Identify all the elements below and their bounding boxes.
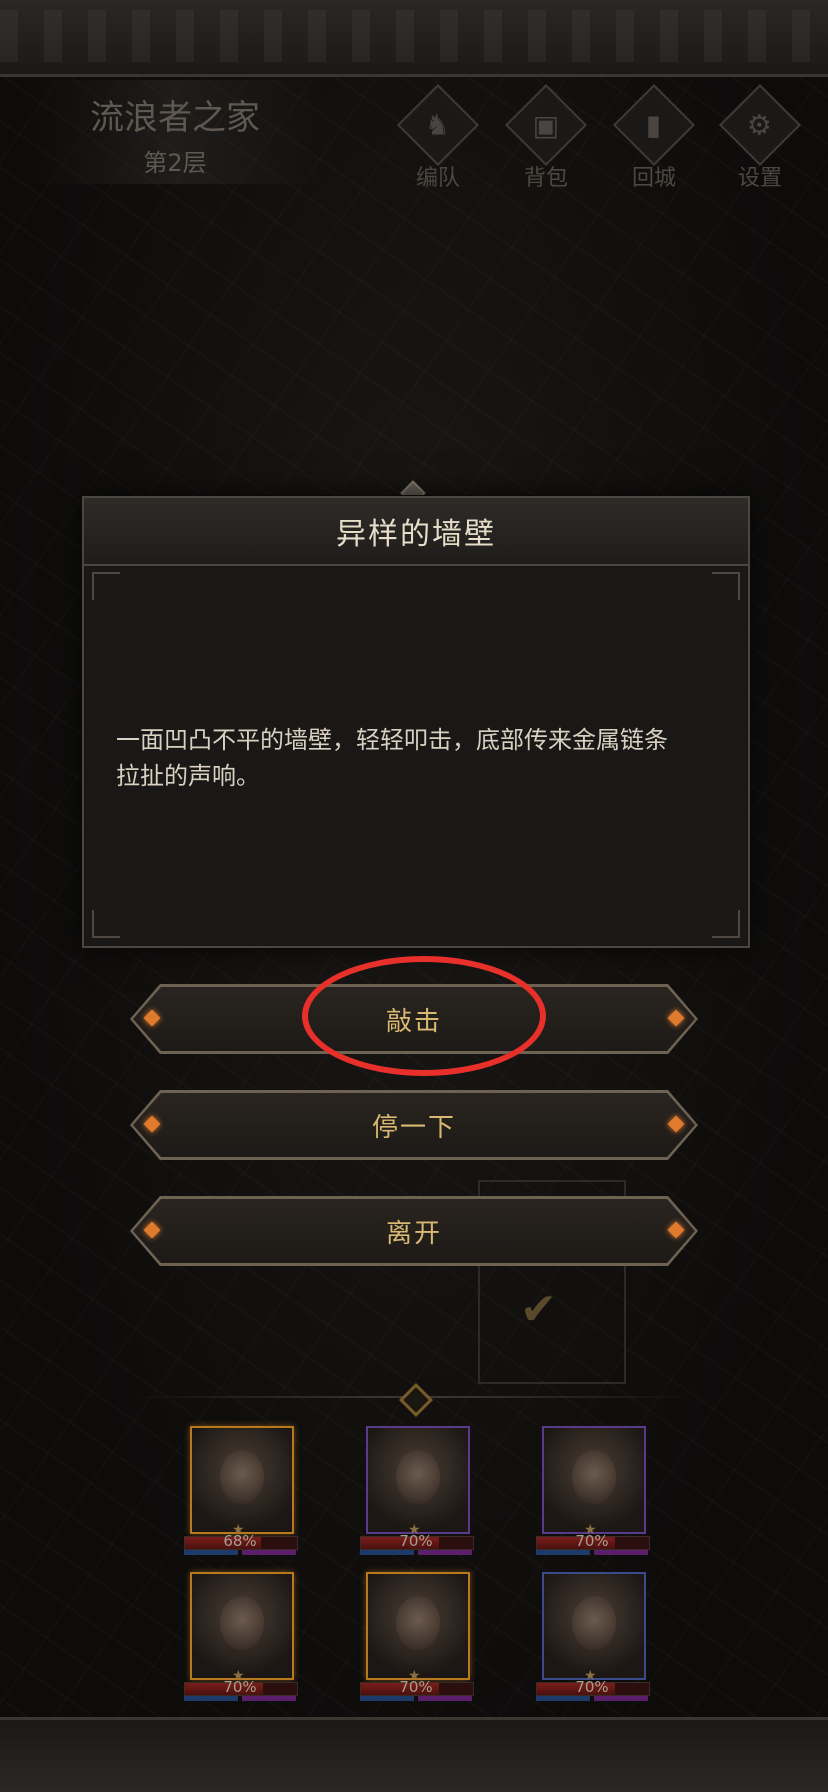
corner-ornament xyxy=(92,572,120,600)
mp-bar xyxy=(360,1696,472,1701)
hero-portrait xyxy=(542,1572,646,1680)
hero-card[interactable]: ★ 70% xyxy=(350,1426,480,1576)
choice-leave-button[interactable]: 离开 xyxy=(130,1196,698,1266)
hero-card[interactable]: ★ 70% xyxy=(526,1572,656,1722)
door-icon: ▮ xyxy=(646,108,662,142)
floor-info: 流浪者之家 第2层 xyxy=(30,80,320,184)
hero-portrait xyxy=(366,1426,470,1534)
dialog-description-line: 拉扯的声响。 xyxy=(116,762,260,790)
nav-backpack-button[interactable]: ▣ 背包 xyxy=(498,83,594,191)
hp-percent: 70% xyxy=(223,1678,257,1696)
helmet-icon: ♞ xyxy=(425,108,451,142)
hp-percent: 68% xyxy=(223,1532,257,1550)
hero-portrait xyxy=(190,1572,294,1680)
check-icon: ✔ xyxy=(520,1284,557,1335)
dialog-description: 一面凹凸不平的墙壁，轻轻叩击，底部传来金属链条 拉扯的声响。 xyxy=(116,722,716,794)
hp-percent: 70% xyxy=(575,1678,609,1696)
red-annotation-circle xyxy=(302,956,546,1076)
choice-pause-button[interactable]: 停一下 xyxy=(130,1090,698,1160)
event-dialog: 异样的墙壁 一面凹凸不平的墙壁，轻轻叩击，底部传来金属链条 拉扯的声响。 xyxy=(82,496,750,948)
corner-ornament xyxy=(92,910,120,938)
corner-ornament xyxy=(712,910,740,938)
floor-name: 流浪者之家 xyxy=(90,98,260,138)
hero-portrait xyxy=(366,1572,470,1680)
nav-return-town-button[interactable]: ▮ 回城 xyxy=(606,83,702,191)
hp-percent: 70% xyxy=(399,1678,433,1696)
gear-icon: ⚙ xyxy=(747,108,773,142)
choice-pause-label: 停一下 xyxy=(371,1112,456,1143)
hero-card[interactable]: ★ 70% xyxy=(174,1572,304,1722)
choice-leave-label: 离开 xyxy=(385,1218,442,1249)
corner-ornament xyxy=(712,572,740,600)
mp-bar xyxy=(184,1696,296,1701)
bottom-frame xyxy=(0,1717,828,1792)
mp-bar xyxy=(536,1550,648,1555)
dialog-title-bar: 异样的墙壁 xyxy=(84,498,748,566)
mp-bar xyxy=(184,1550,296,1555)
floor-level: 第2层 xyxy=(143,149,207,177)
dialog-description-line: 一面凹凸不平的墙壁，轻轻叩击，底部传来金属链条 xyxy=(116,726,668,754)
hero-portrait xyxy=(542,1426,646,1534)
nav-settings-button[interactable]: ⚙ 设置 xyxy=(712,83,808,191)
hero-portrait xyxy=(190,1426,294,1534)
hero-card[interactable]: ★ 68% xyxy=(174,1426,304,1576)
hp-percent: 70% xyxy=(575,1532,609,1550)
mp-bar xyxy=(360,1550,472,1555)
hero-card[interactable]: ★ 70% xyxy=(350,1572,480,1722)
backpack-icon: ▣ xyxy=(532,108,560,142)
hero-card[interactable]: ★ 70% xyxy=(526,1426,656,1576)
dialog-title: 异样的墙壁 xyxy=(336,517,496,552)
hp-percent: 70% xyxy=(399,1532,433,1550)
nav-team-button[interactable]: ♞ 编队 xyxy=(390,83,486,191)
top-frame xyxy=(0,0,828,77)
mp-bar xyxy=(536,1696,648,1701)
